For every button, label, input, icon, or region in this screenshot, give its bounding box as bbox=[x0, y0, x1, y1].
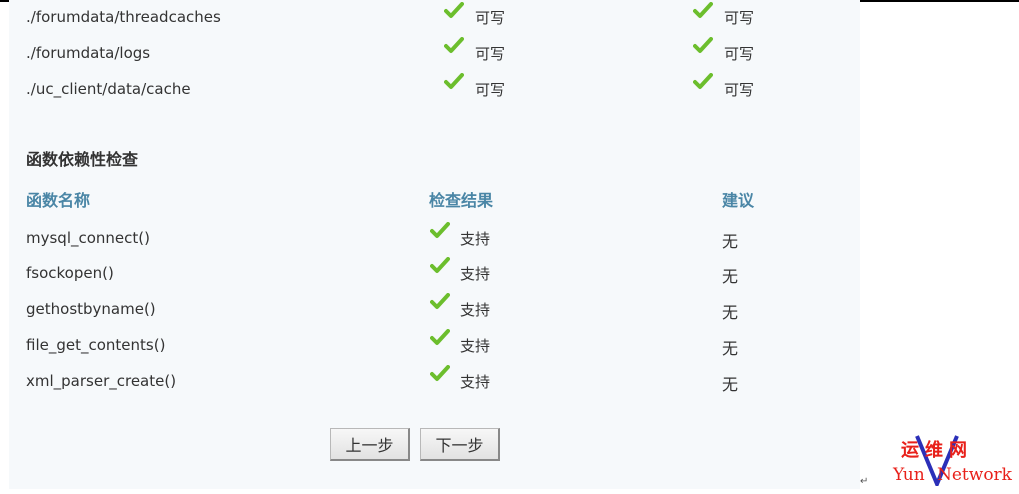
dir-required-status: 可写 bbox=[724, 45, 755, 63]
check-icon bbox=[444, 2, 464, 18]
col-header-result: 检查结果 bbox=[429, 191, 494, 210]
dir-path: ./forumdata/threadcaches bbox=[26, 8, 221, 26]
dir-required-status: 可写 bbox=[724, 9, 755, 27]
logo-chinese: 运维网 bbox=[901, 440, 973, 461]
check-result: 支持 bbox=[460, 230, 491, 248]
logo-network: Network bbox=[937, 465, 1012, 485]
advice: 无 bbox=[722, 303, 739, 322]
col-header-advice: 建议 bbox=[722, 191, 755, 210]
function-name: file_get_contents() bbox=[26, 336, 166, 354]
check-result: 支持 bbox=[460, 265, 491, 283]
check-icon bbox=[444, 73, 464, 89]
watermark-logo: 运维网 Yun Network bbox=[893, 434, 1015, 490]
section-title: 函数依赖性检查 bbox=[26, 150, 139, 169]
logo-yun: Yun bbox=[893, 465, 925, 485]
check-result: 支持 bbox=[460, 301, 491, 319]
advice: 无 bbox=[722, 267, 739, 286]
dir-path: ./forumdata/logs bbox=[26, 44, 151, 62]
next-step-button[interactable]: 下一步 bbox=[420, 428, 500, 461]
dir-required-status: 可写 bbox=[724, 81, 755, 99]
col-header-name: 函数名称 bbox=[26, 191, 91, 210]
function-name: fsockopen() bbox=[26, 264, 114, 282]
check-icon bbox=[430, 329, 450, 345]
function-name: mysql_connect() bbox=[26, 229, 150, 247]
check-result: 支持 bbox=[460, 373, 491, 391]
advice: 无 bbox=[722, 232, 739, 251]
advice: 无 bbox=[722, 339, 739, 358]
advice: 无 bbox=[722, 375, 739, 394]
dir-current-status: 可写 bbox=[475, 9, 506, 27]
check-icon bbox=[430, 257, 450, 273]
dir-path: ./uc_client/data/cache bbox=[26, 80, 191, 98]
dir-current-status: 可写 bbox=[475, 81, 506, 99]
paragraph-mark: ↵ bbox=[860, 476, 869, 487]
check-icon bbox=[444, 37, 464, 53]
dir-current-status: 可写 bbox=[475, 45, 506, 63]
check-icon bbox=[430, 365, 450, 381]
prev-step-button[interactable]: 上一步 bbox=[330, 428, 410, 461]
check-result: 支持 bbox=[460, 337, 491, 355]
check-icon bbox=[693, 73, 713, 89]
check-icon bbox=[430, 293, 450, 309]
check-icon bbox=[693, 2, 713, 18]
check-icon bbox=[430, 222, 450, 238]
function-name: gethostbyname() bbox=[26, 300, 156, 318]
check-icon bbox=[693, 37, 713, 53]
function-name: xml_parser_create() bbox=[26, 372, 177, 390]
